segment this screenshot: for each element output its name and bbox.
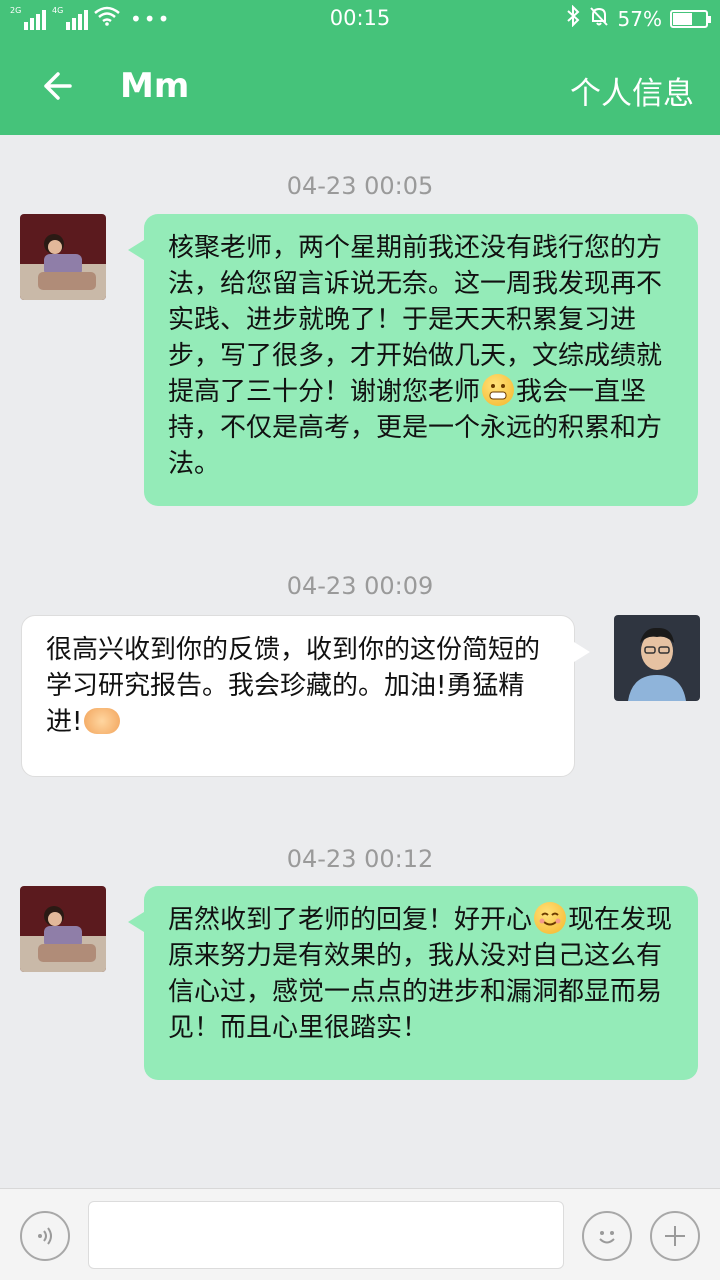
message-timestamp: 04-23 00:12 [286,845,434,873]
status-right: 57% [566,4,711,32]
profile-info-link[interactable]: 个人信息 [570,68,694,113]
avatar[interactable] [20,886,106,972]
battery-percent: 57% [617,6,662,31]
voice-button[interactable] [20,1211,70,1261]
message-bubble[interactable]: 很高兴收到你的反馈，收到你的这份简短的学习研究报告。我会珍藏的。加油!勇猛精进! [21,615,590,777]
bell-muted-icon [588,5,610,32]
message-text: 很高兴收到你的反馈，收到你的这份简短的学习研究报告。我会珍藏的。加油!勇猛精进! [46,635,541,737]
message-timestamp: 04-23 00:09 [286,572,434,600]
header: 2G 4G ••• 00:15 57% Mm 个人信息 [0,0,720,135]
back-button[interactable] [30,60,82,112]
input-bar [0,1188,720,1280]
battery-icon [670,9,711,28]
arrow-left-icon [44,72,72,100]
grin-emoji-icon [482,374,515,406]
voice-icon [38,1227,52,1245]
handshake-emoji-icon [84,708,121,734]
message-bubble[interactable]: 居然收到了老师的回复！好开心 现在发现原来努力是有效果的，我从没对自己这么有信心过… [128,886,698,1080]
app-bar: Mm 个人信息 [0,38,720,135]
message-bubble[interactable]: 核聚老师，两个星期前我还没有践行您的方法，给您留言诉说无奈。这一周我发现再不实践… [128,214,698,506]
plus-icon [665,1226,685,1246]
message-text: 居然收到了老师的回复！好开心 [168,905,533,935]
bluetooth-icon [566,4,580,32]
status-bar: 2G 4G ••• 00:15 57% [0,0,720,38]
smile-emoji-icon [534,902,567,934]
plus-button[interactable] [650,1211,700,1261]
message-timestamp: 04-23 00:05 [286,172,434,200]
message-input[interactable] [88,1201,564,1269]
emoji-button[interactable] [582,1211,632,1261]
avatar[interactable] [20,214,106,300]
emoji-icon [599,1231,615,1244]
avatar[interactable] [614,615,700,701]
chat-title: Mm [120,66,190,106]
